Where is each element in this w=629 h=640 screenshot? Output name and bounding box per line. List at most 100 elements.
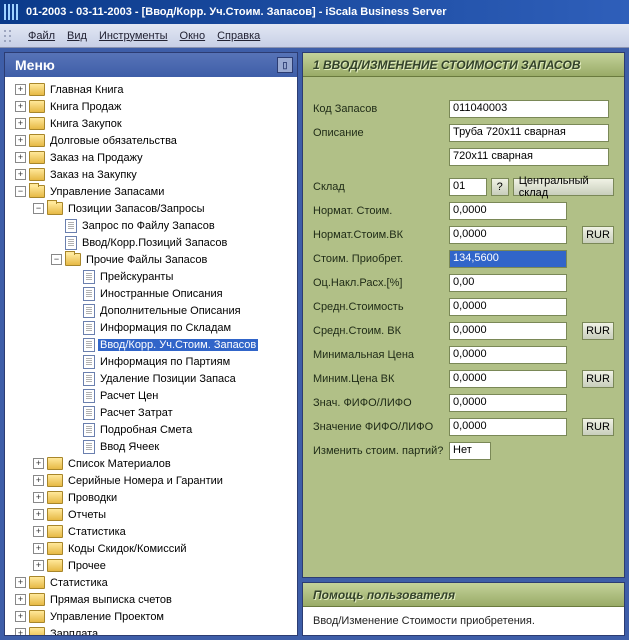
tree-item[interactable]: +Книга Продаж <box>7 98 297 115</box>
form-input[interactable]: 01 <box>449 178 487 196</box>
menu-view[interactable]: Вид <box>61 30 93 42</box>
lookup-button[interactable]: ? <box>491 178 509 196</box>
tree-item[interactable]: +Заказ на Закупку <box>7 166 297 183</box>
expand-icon[interactable]: + <box>15 611 26 622</box>
form-label: Изменить стоим. партий? <box>313 445 449 457</box>
tree-item[interactable]: +Проводки <box>7 489 297 506</box>
menu-file[interactable]: Файл <box>22 30 61 42</box>
form-label: Средн.Стоим. ВК <box>313 325 449 337</box>
form-label: Описание <box>313 127 449 139</box>
tree-item[interactable]: +Серийные Номера и Гарантии <box>7 472 297 489</box>
folder-open-icon <box>29 185 45 198</box>
tree-item[interactable]: + Долговые обязательства <box>7 132 297 149</box>
form-input[interactable]: 0,0000 <box>449 346 567 364</box>
tree-item[interactable]: Удаление Позиции Запаса <box>7 370 297 387</box>
tree-item[interactable]: Расчет Затрат <box>7 404 297 421</box>
main-area: Меню ▯ +Главная Книга+Книга Продаж+Книга… <box>0 48 629 640</box>
tree-item[interactable]: −Позиции Запасов/Запросы <box>7 200 297 217</box>
form-input[interactable]: Нет <box>449 442 491 460</box>
tree-item[interactable]: + Зарплата <box>7 625 297 635</box>
tree-item[interactable]: Ввод Ячеек <box>7 438 297 455</box>
tree-item-label: Прочее <box>66 560 108 572</box>
form-input[interactable]: 0,0000 <box>449 394 567 412</box>
tree-item[interactable]: +Управление Проектом <box>7 608 297 625</box>
form-label: Стоим. Приобрет. <box>313 253 449 265</box>
expand-icon[interactable]: + <box>15 101 26 112</box>
nav-tree[interactable]: +Главная Книга+Книга Продаж+Книга Закупо… <box>5 77 297 635</box>
expand-icon[interactable]: + <box>15 577 26 588</box>
form-input[interactable]: 0,0000 <box>449 418 567 436</box>
expand-icon[interactable]: + <box>15 628 26 635</box>
expand-icon[interactable]: + <box>33 458 44 469</box>
folder-icon <box>29 627 45 635</box>
tree-item[interactable]: −Прочие Файлы Запасов <box>7 251 297 268</box>
tree-item[interactable]: Информация по Складам <box>7 319 297 336</box>
tree-item-label: Зарплата <box>48 628 100 636</box>
form-input[interactable]: 0,0000 <box>449 370 567 388</box>
folder-icon <box>47 457 63 470</box>
tree-item[interactable]: Подробная Смета <box>7 421 297 438</box>
expand-icon[interactable]: + <box>33 475 44 486</box>
menu-window[interactable]: Окно <box>174 30 212 42</box>
tree-item[interactable]: Ввод/Корр. Уч.Стоим. Запасов <box>7 336 297 353</box>
expand-icon[interactable]: + <box>15 169 26 180</box>
form-input[interactable]: 0,00 <box>449 274 567 292</box>
menu-tools[interactable]: Инструменты <box>93 30 174 42</box>
form-input[interactable]: 134,5600 <box>449 250 567 268</box>
form-row: Знач. ФИФО/ЛИФО0,0000 <box>313 391 614 415</box>
expand-icon[interactable]: + <box>15 118 26 129</box>
tree-item-label: Управление Запасами <box>48 186 166 198</box>
tree-item[interactable]: Расчет Цен <box>7 387 297 404</box>
expand-icon[interactable]: + <box>33 492 44 503</box>
tree-item[interactable]: Ввод/Корр.Позиций Запасов <box>7 234 297 251</box>
form-input[interactable]: 0,0000 <box>449 298 567 316</box>
sidebar-collapse-button[interactable]: ▯ <box>277 57 293 73</box>
tree-item[interactable]: Запрос по Файлу Запасов <box>7 217 297 234</box>
tree-item[interactable]: + Статистика <box>7 523 297 540</box>
tree-item[interactable]: +Отчеты <box>7 506 297 523</box>
form-input[interactable]: 0,0000 <box>449 322 567 340</box>
form-input[interactable]: 0,0000 <box>449 202 567 220</box>
form-row: Изменить стоим. партий?Нет <box>313 439 614 463</box>
tree-item[interactable]: Дополнительные Описания <box>7 302 297 319</box>
expand-icon[interactable]: + <box>33 543 44 554</box>
expand-icon[interactable]: + <box>15 84 26 95</box>
expand-icon[interactable]: + <box>33 560 44 571</box>
tree-item[interactable]: +Коды Скидок/Комиссий <box>7 540 297 557</box>
tree-item[interactable]: − Управление Запасами <box>7 183 297 200</box>
tree-item[interactable]: +Список Материалов <box>7 455 297 472</box>
collapse-icon[interactable]: − <box>15 186 26 197</box>
tree-item-label: Долговые обязательства <box>48 135 179 147</box>
tree-item[interactable]: + Прочее <box>7 557 297 574</box>
tree-item[interactable]: Прейскуранты <box>7 268 297 285</box>
tree-item[interactable]: +Заказ на Продажу <box>7 149 297 166</box>
form-input[interactable]: Труба 720х11 сварная <box>449 124 609 142</box>
expand-icon[interactable]: + <box>15 135 26 146</box>
expand-icon[interactable]: + <box>33 526 44 537</box>
form-input[interactable]: 011040003 <box>449 100 609 118</box>
expand-icon[interactable]: + <box>15 594 26 605</box>
tree-item-label: Статистика <box>66 526 128 538</box>
tree-item-label: Ввод/Корр.Позиций Запасов <box>80 237 229 249</box>
menubar: Файл Вид Инструменты Окно Справка <box>0 24 629 48</box>
form-row: Код Запасов011040003 <box>313 97 614 121</box>
menu-help[interactable]: Справка <box>211 30 266 42</box>
tree-spacer <box>51 237 62 248</box>
tree-item[interactable]: Иностранные Описания <box>7 285 297 302</box>
expand-icon[interactable]: + <box>33 509 44 520</box>
tree-item[interactable]: + Статистика <box>7 574 297 591</box>
tree-item-label: Запрос по Файлу Запасов <box>80 220 217 232</box>
tree-item[interactable]: +Книга Закупок <box>7 115 297 132</box>
form-input[interactable]: 720х11 сварная <box>449 148 609 166</box>
tree-item-label: Прейскуранты <box>98 271 175 283</box>
collapse-icon[interactable]: − <box>51 254 62 265</box>
tree-item-label: Статистика <box>48 577 110 589</box>
content-column: 1 ВВОД/ИЗМЕНЕНИЕ СТОИМОСТИ ЗАПАСОВ Код З… <box>302 52 625 636</box>
form-input[interactable]: 0,0000 <box>449 226 567 244</box>
expand-icon[interactable]: + <box>15 152 26 163</box>
tree-item[interactable]: Информация по Партиям <box>7 353 297 370</box>
collapse-icon[interactable]: − <box>33 203 44 214</box>
form-row: Минимальная Цена0,0000 <box>313 343 614 367</box>
tree-item[interactable]: +Прямая выписка счетов <box>7 591 297 608</box>
tree-item[interactable]: +Главная Книга <box>7 81 297 98</box>
